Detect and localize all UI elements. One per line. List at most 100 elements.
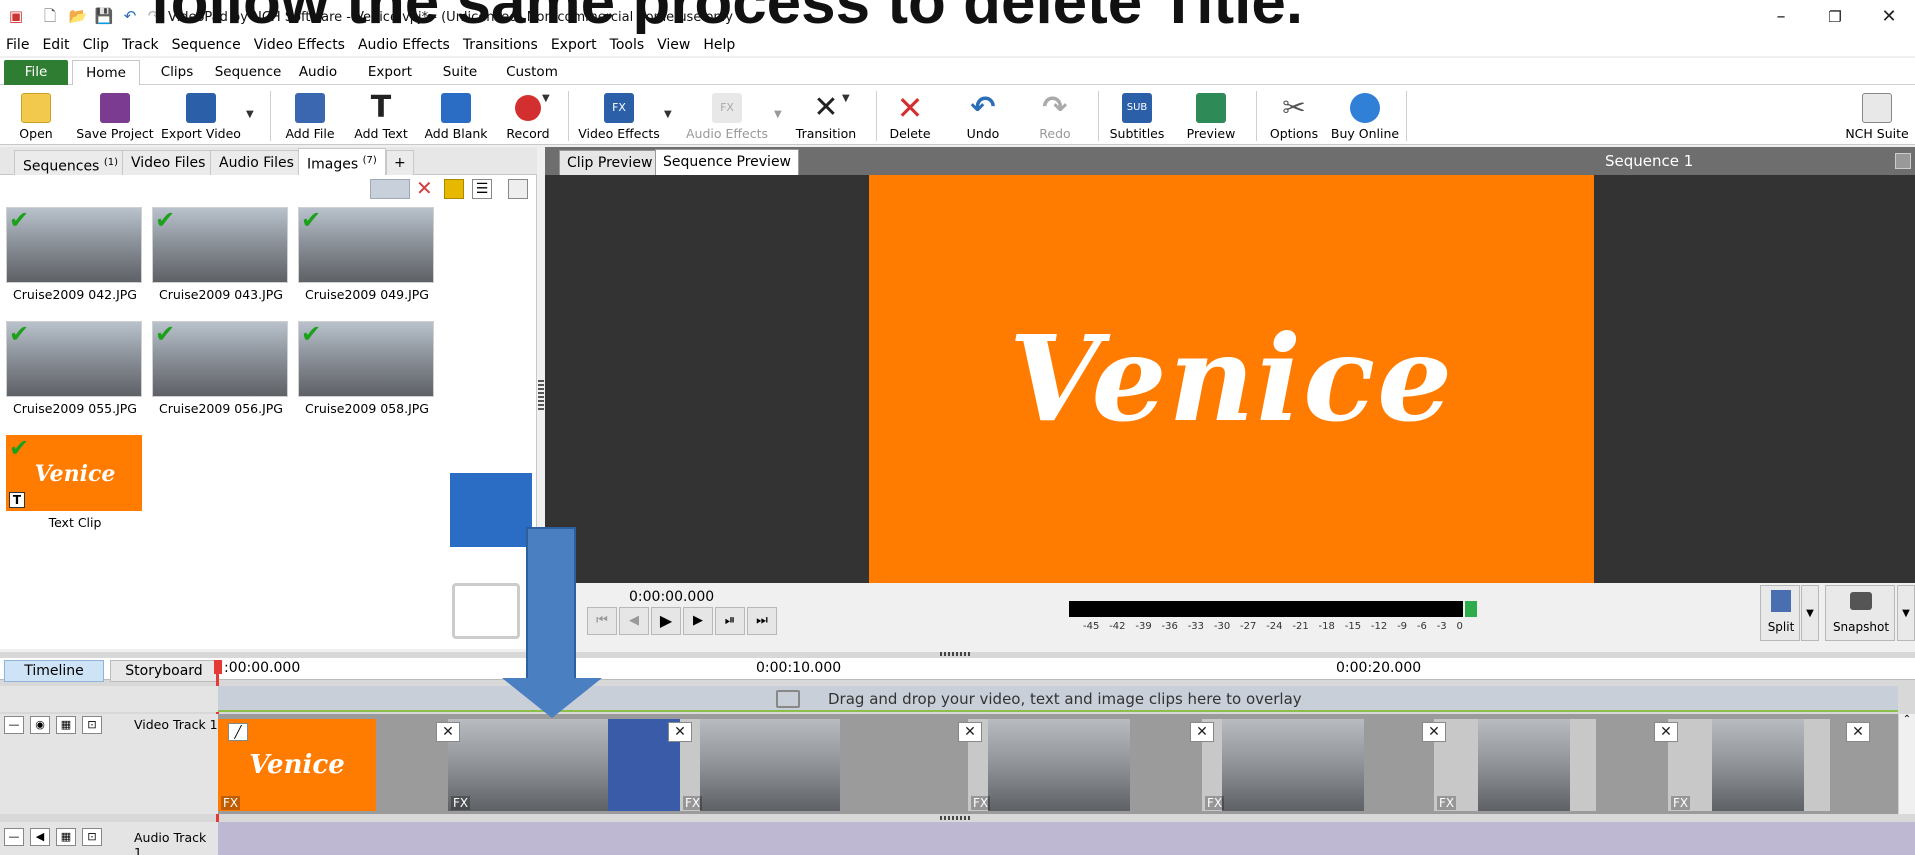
undo-button[interactable]: ↶ Undo	[958, 85, 1008, 145]
timeline-splitter-handle[interactable]	[940, 652, 970, 656]
transition-icon[interactable]: ✕	[1422, 722, 1446, 742]
clip-fx-badge[interactable]: FX	[221, 796, 241, 810]
image-clip[interactable]: FX	[1434, 719, 1596, 811]
restore-button[interactable]: ❐	[1812, 4, 1858, 30]
panel-splitter-handle[interactable]	[538, 380, 544, 410]
tab-sequence[interactable]: Sequence	[210, 60, 286, 85]
tab-sequence-preview[interactable]: Sequence Preview	[655, 149, 800, 175]
text-clip-edit-icon[interactable]: ╱	[228, 723, 248, 741]
media-thumbnail[interactable]: ✔	[6, 321, 142, 397]
tab-audio[interactable]: Audio	[292, 60, 344, 85]
step-forward-button[interactable]: ▶	[683, 607, 713, 635]
snapshot-dropdown-icon[interactable]: ▼	[1897, 585, 1915, 641]
playhead-handle[interactable]	[214, 660, 222, 674]
buy-online-button[interactable]: Buy Online	[1328, 85, 1402, 145]
menu-clip[interactable]: Clip	[83, 37, 109, 53]
selected-image-clip[interactable]: FX	[448, 719, 680, 811]
menu-export[interactable]: Export	[551, 37, 597, 53]
image-clip[interactable]: FX	[968, 719, 1130, 811]
image-clip[interactable]: FX	[1668, 719, 1830, 811]
audio-effects-icon[interactable]: ▦	[56, 828, 76, 846]
clip-fx-badge[interactable]: FX	[451, 796, 471, 810]
remove-icon[interactable]: ✕	[416, 178, 433, 198]
minimize-button[interactable]: –	[1758, 4, 1804, 30]
menu-file[interactable]: File	[6, 37, 29, 53]
clip-fx-badge[interactable]: FX	[1671, 796, 1691, 810]
snapshot-button[interactable]: Snapshot	[1825, 585, 1895, 641]
transition-icon[interactable]: ✕	[1190, 722, 1214, 742]
tab-images[interactable]: Images (7)	[298, 148, 386, 175]
video-effects-dropdown-icon[interactable]: ▼	[664, 109, 672, 120]
lock-audio-track-icon[interactable]: ⊡	[82, 828, 102, 846]
tab-sequences[interactable]: Sequences (1)	[14, 150, 127, 175]
play-pause-button[interactable]: ⏯	[715, 607, 745, 635]
menu-sequence[interactable]: Sequence	[172, 37, 241, 53]
undock-preview-icon[interactable]	[1895, 153, 1911, 169]
clip-fx-badge[interactable]: FX	[1205, 796, 1225, 810]
new-folder-icon[interactable]	[444, 179, 464, 199]
tab-file[interactable]: File	[4, 60, 68, 85]
speaker-icon[interactable]: ◀	[30, 828, 50, 846]
text-clip-venice[interactable]: Venice ╱ FX	[218, 719, 376, 811]
text-clip-thumbnail[interactable]: Venice ✔ T	[6, 435, 142, 511]
preview-button[interactable]: Preview	[1180, 85, 1242, 145]
play-button[interactable]: ▶	[651, 607, 681, 635]
transition-icon[interactable]: ✕	[1846, 722, 1870, 742]
clip-fx-badge[interactable]: FX	[683, 796, 703, 810]
tab-clips[interactable]: Clips	[150, 60, 204, 85]
tab-custom[interactable]: Custom	[500, 60, 564, 85]
undock-icon[interactable]	[508, 179, 528, 199]
visibility-eye-icon[interactable]: ◉	[30, 716, 50, 734]
transition-icon[interactable]: ✕	[668, 722, 692, 742]
menu-video-effects[interactable]: Video Effects	[254, 37, 345, 53]
overlay-drop-zone[interactable]: Drag and drop your video, text and image…	[218, 686, 1898, 712]
clip-fx-badge[interactable]: FX	[971, 796, 991, 810]
tab-storyboard[interactable]: Storyboard	[110, 660, 218, 682]
media-thumbnail[interactable]: ✔	[152, 321, 288, 397]
new-file-icon[interactable]: 🗋	[40, 6, 60, 26]
track-scrollbar[interactable]: ⌃	[1898, 714, 1915, 814]
options-button[interactable]: ✂ Options	[1264, 85, 1324, 145]
audio-effects-dropdown-icon[interactable]: ▼	[774, 109, 782, 120]
menu-edit[interactable]: Edit	[42, 37, 69, 53]
split-dropdown-icon[interactable]: ▼	[1801, 585, 1819, 641]
image-clip[interactable]: FX	[1202, 719, 1364, 811]
step-back-button[interactable]: ◀	[619, 607, 649, 635]
menu-view[interactable]: View	[657, 37, 690, 53]
add-file-button[interactable]: Add File	[280, 85, 340, 145]
add-text-button[interactable]: T Add Text	[348, 85, 414, 145]
tab-clip-preview[interactable]: Clip Preview	[559, 150, 661, 175]
media-thumbnail[interactable]: ✔	[298, 207, 434, 283]
track-splitter-handle[interactable]	[940, 816, 970, 820]
audio-effects-button[interactable]: FX Audio Effects	[684, 85, 770, 145]
export-dropdown-icon[interactable]: ▼	[246, 109, 254, 120]
collapse-track-icon[interactable]: —	[4, 716, 24, 734]
transition-button[interactable]: ✕ Transition	[790, 85, 862, 145]
delete-button[interactable]: ✕ Delete	[884, 85, 936, 145]
redo-button[interactable]: ↷ Redo	[1030, 85, 1080, 145]
collapse-audio-track-icon[interactable]: —	[4, 828, 24, 846]
go-end-button[interactable]: ⏭	[747, 607, 777, 635]
go-start-button[interactable]: ⏮	[587, 607, 617, 635]
export-video-button[interactable]: Export Video	[160, 85, 242, 145]
track-effects-icon[interactable]: ▦	[56, 716, 76, 734]
lock-track-icon[interactable]: ⊡	[82, 716, 102, 734]
audio-track-lane[interactable]	[218, 822, 1915, 855]
video-effects-button[interactable]: FX Video Effects	[576, 85, 662, 145]
menu-help[interactable]: Help	[703, 37, 735, 53]
transition-dropdown-icon[interactable]: ▼	[842, 93, 850, 104]
import-dropdown-icon[interactable]	[370, 179, 410, 199]
list-view-icon[interactable]: ☰	[472, 179, 492, 199]
tab-audio-files[interactable]: Audio Files	[210, 150, 303, 175]
menu-track[interactable]: Track	[122, 37, 159, 53]
tab-suite[interactable]: Suite	[434, 60, 486, 85]
undo-quick-icon[interactable]: ↶	[120, 6, 140, 26]
nch-suite-button[interactable]: NCH Suite	[1844, 85, 1910, 145]
menu-transitions[interactable]: Transitions	[463, 37, 538, 53]
tab-video-files[interactable]: Video Files	[122, 150, 215, 175]
clip-fx-badge[interactable]: FX	[1437, 796, 1457, 810]
transition-icon[interactable]: ✕	[958, 722, 982, 742]
add-blank-button[interactable]: Add Blank	[422, 85, 490, 145]
menu-tools[interactable]: Tools	[610, 37, 645, 53]
media-thumbnail[interactable]: ✔	[298, 321, 434, 397]
